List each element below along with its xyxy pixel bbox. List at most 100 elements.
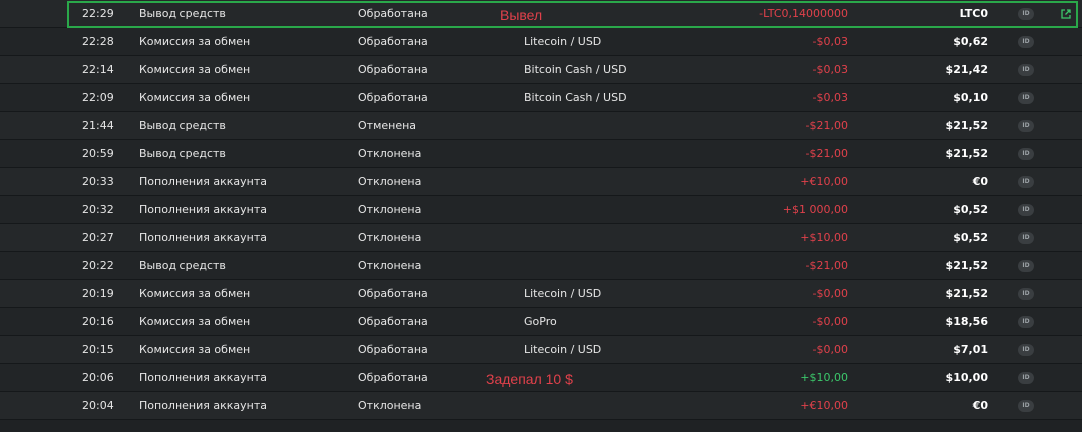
type-cell: Вывод средств [139,147,226,160]
status-cell: Отклонена [358,203,422,216]
status-cell: Отклонена [358,399,422,412]
balance-cell: LTC0 [959,7,988,20]
amount-cell: +€10,00 [800,175,848,188]
id-button[interactable]: ID [1018,176,1034,188]
time-cell: 22:29 [82,7,114,20]
amount-cell: -$0,03 [812,91,848,104]
type-cell: Комиссия за обмен [139,35,251,48]
status-cell: Отклонена [358,259,422,272]
pair-cell: Bitcoin Cash / USD [524,91,627,104]
time-cell: 22:09 [82,91,114,104]
time-cell: 20:04 [82,399,114,412]
amount-cell: -$21,00 [805,119,848,132]
time-cell: 20:59 [82,147,114,160]
table-row[interactable]: 22:14 Комиссия за обмен Обработана Bitcoin … [0,56,1082,84]
pair-cell: Litecoin / USD [524,287,602,300]
pair-cell: GoPro [524,315,557,328]
table-row[interactable]: 20:27 Пополнения аккаунта Отклонена +$10,00… [0,224,1082,252]
status-cell: Обработана [358,343,428,356]
balance-cell: $21,52 [945,147,988,160]
id-button[interactable]: ID [1018,64,1034,76]
id-button[interactable]: ID [1018,400,1034,412]
time-cell: 21:44 [82,119,114,132]
balance-cell: $21,52 [945,119,988,132]
balance-cell: $21,42 [945,63,988,76]
id-button[interactable]: ID [1018,260,1034,272]
status-cell: Отклонена [358,147,422,160]
id-button[interactable]: ID [1018,92,1034,104]
table-row[interactable]: 20:16 Комиссия за обмен Обработана GoPro -$0… [0,308,1082,336]
amount-cell: +$10,00 [800,371,848,384]
time-cell: 20:32 [82,203,114,216]
status-cell: Отклонена [358,175,422,188]
status-cell: Обработана [358,371,428,384]
amount-cell: +$1 000,00 [782,203,848,216]
id-button[interactable]: ID [1018,372,1034,384]
amount-cell: -$0,00 [812,315,848,328]
balance-cell: $21,52 [945,287,988,300]
amount-cell: -$0,03 [812,63,848,76]
id-button[interactable]: ID [1018,204,1034,216]
balance-cell: $0,52 [953,231,988,244]
balance-cell: $10,00 [945,371,988,384]
table-row[interactable]: 22:28 Комиссия за обмен Обработана Litecoin… [0,28,1082,56]
type-cell: Вывод средств [139,259,226,272]
id-button[interactable]: ID [1018,148,1034,160]
time-cell: 20:16 [82,315,114,328]
table-row[interactable]: 20:19 Комиссия за обмен Обработана Litecoin… [0,280,1082,308]
id-button[interactable]: ID [1018,232,1034,244]
table-row[interactable]: 20:33 Пополнения аккаунта Отклонена +€10,00… [0,168,1082,196]
id-button[interactable]: ID [1018,344,1034,356]
status-cell: Обработана [358,91,428,104]
amount-cell: -LTC0,14000000 [759,7,848,20]
amount-cell: +€10,00 [800,399,848,412]
table-row[interactable]: 20:32 Пополнения аккаунта Отклонена +$1 000… [0,196,1082,224]
table-row[interactable]: 21:44 Вывод средств Отменена -$21,00 $21,52 I… [0,112,1082,140]
balance-cell: €0 [972,399,988,412]
time-cell: 20:06 [82,371,114,384]
time-cell: 20:22 [82,259,114,272]
type-cell: Пополнения аккаунта [139,371,267,384]
type-cell: Вывод средств [139,7,226,20]
status-cell: Отменена [358,119,417,132]
amount-cell: -$21,00 [805,259,848,272]
status-cell: Обработана [358,315,428,328]
amount-cell: +$10,00 [800,231,848,244]
time-cell: 22:14 [82,63,114,76]
pair-cell: Litecoin / USD [524,343,602,356]
type-cell: Пополнения аккаунта [139,203,267,216]
type-cell: Комиссия за обмен [139,315,251,328]
table-row[interactable]: 20:59 Вывод средств Отклонена -$21,00 $21,52… [0,140,1082,168]
id-button[interactable]: ID [1018,36,1034,48]
type-cell: Пополнения аккаунта [139,231,267,244]
balance-cell: $0,10 [953,91,988,104]
id-button[interactable]: ID [1018,120,1034,132]
status-cell: Обработана [358,287,428,300]
time-cell: 20:15 [82,343,114,356]
type-cell: Комиссия за обмен [139,91,251,104]
balance-cell: $0,62 [953,35,988,48]
type-cell: Комиссия за обмен [139,63,251,76]
table-row[interactable]: 20:04 Пополнения аккаунта Отклонена +€10,00… [0,392,1082,420]
balance-cell: $21,52 [945,259,988,272]
balance-cell: €0 [972,175,988,188]
id-button[interactable]: ID [1018,316,1034,328]
status-cell: Обработана [358,7,428,20]
id-button[interactable]: ID [1018,8,1034,20]
table-row[interactable]: 22:09 Комиссия за обмен Обработана Bitcoin … [0,84,1082,112]
balance-cell: $18,56 [945,315,988,328]
external-link-icon[interactable] [1060,8,1072,20]
amount-cell: -$0,03 [812,35,848,48]
balance-cell: $0,52 [953,203,988,216]
id-button[interactable]: ID [1018,288,1034,300]
annotation-withdrew: Вывел [500,7,543,23]
amount-cell: -$21,00 [805,147,848,160]
time-cell: 22:28 [82,35,114,48]
type-cell: Комиссия за обмен [139,343,251,356]
table-row[interactable]: 20:15 Комиссия за обмен Обработана Litecoin… [0,336,1082,364]
type-cell: Комиссия за обмен [139,287,251,300]
time-cell: 20:33 [82,175,114,188]
table-row[interactable]: 20:22 Вывод средств Отклонена -$21,00 $21,52… [0,252,1082,280]
annotation-deposited: Задепал 10 $ [486,371,573,387]
type-cell: Пополнения аккаунта [139,399,267,412]
